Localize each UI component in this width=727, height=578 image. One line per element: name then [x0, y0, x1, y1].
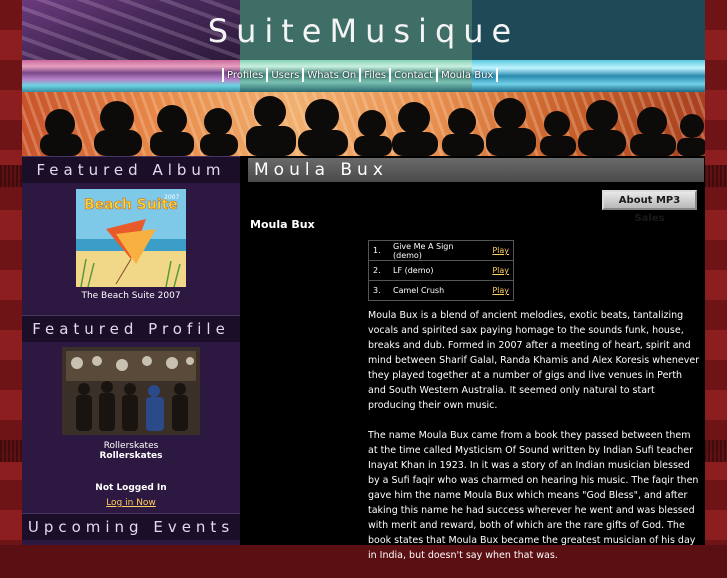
track-number: 1.: [368, 240, 389, 261]
login-link[interactable]: Log in Now: [22, 498, 240, 508]
main-nav: Profiles Users Whats On Files Contact Mo…: [219, 67, 501, 83]
nav-item-users[interactable]: Users: [271, 70, 299, 81]
nav-separator: [436, 68, 439, 82]
nav-separator: [359, 68, 362, 82]
page-title: Moula Bux: [248, 158, 704, 182]
nav-separator: [496, 68, 499, 82]
nav-separator: [302, 68, 305, 82]
bio-paragraph: The name Moula Bux came from a book they…: [368, 430, 699, 561]
artist-bio: Moula Bux is a blend of ancient melodies…: [368, 308, 700, 578]
play-link[interactable]: Play: [481, 240, 514, 261]
upcoming-events-heading: Upcoming Events: [22, 513, 240, 540]
page-wrapper: SuiteMusique Profiles Users Whats On Fil…: [22, 0, 705, 561]
featured-profile-photo[interactable]: [62, 347, 200, 435]
track-title: LF (demo): [389, 260, 481, 281]
svg-text:2007: 2007: [164, 194, 179, 201]
about-mp3-sales-button[interactable]: About MP3 Sales: [602, 190, 697, 224]
bio-paragraph: Moula Bux is a blend of ancient melodies…: [368, 310, 700, 411]
crowd-silhouettes: [40, 96, 705, 156]
site-header: SuiteMusique: [22, 0, 705, 60]
nav-separator: [222, 68, 224, 82]
track-list: 1. Give Me A Sign (demo) Play 2. LF (dem…: [368, 240, 514, 301]
artist-name: Moula Bux: [250, 218, 315, 231]
featured-profile-name: Rollerskates: [103, 441, 159, 451]
featured-profile-link[interactable]: Rollerskates: [22, 451, 240, 461]
track-row: 2. LF (demo) Play: [368, 260, 514, 281]
nav-separator: [266, 68, 269, 82]
site-title[interactable]: SuiteMusique: [22, 12, 705, 50]
nav-item-profiles[interactable]: Profiles: [227, 70, 263, 81]
left-border-decoration: [0, 0, 22, 545]
left-sidebar: Featured Album Beach Suite 2007 The Beac…: [22, 156, 240, 545]
nav-item-whats-on[interactable]: Whats On: [307, 70, 356, 81]
featured-profile-heading: Featured Profile: [22, 315, 240, 342]
track-row: 1. Give Me A Sign (demo) Play: [368, 240, 514, 261]
featured-album-caption[interactable]: The Beach Suite 2007: [22, 291, 240, 301]
right-border-decoration: [705, 0, 727, 545]
nav-item-contact[interactable]: Contact: [394, 70, 433, 81]
featured-album-cover[interactable]: Beach Suite 2007: [76, 189, 186, 287]
featured-album-heading: Featured Album: [22, 156, 240, 183]
track-row: 3. Camel Crush Play: [368, 280, 514, 301]
nav-item-files[interactable]: Files: [364, 70, 386, 81]
nav-band-right: [472, 60, 705, 92]
login-status: Not Logged In: [95, 483, 167, 493]
crowd-banner: [22, 92, 705, 156]
play-link[interactable]: Play: [481, 260, 514, 281]
track-title: Give Me A Sign (demo): [389, 240, 481, 261]
main-content: Moula Bux About MP3 Sales Moula Bux 1. G…: [240, 156, 705, 561]
track-title: Camel Crush: [389, 280, 481, 301]
track-number: 2.: [368, 260, 389, 281]
nav-item-moula-bux[interactable]: Moula Bux: [441, 70, 493, 81]
nav-separator: [389, 68, 392, 82]
play-link[interactable]: Play: [481, 280, 514, 301]
track-number: 3.: [368, 280, 389, 301]
